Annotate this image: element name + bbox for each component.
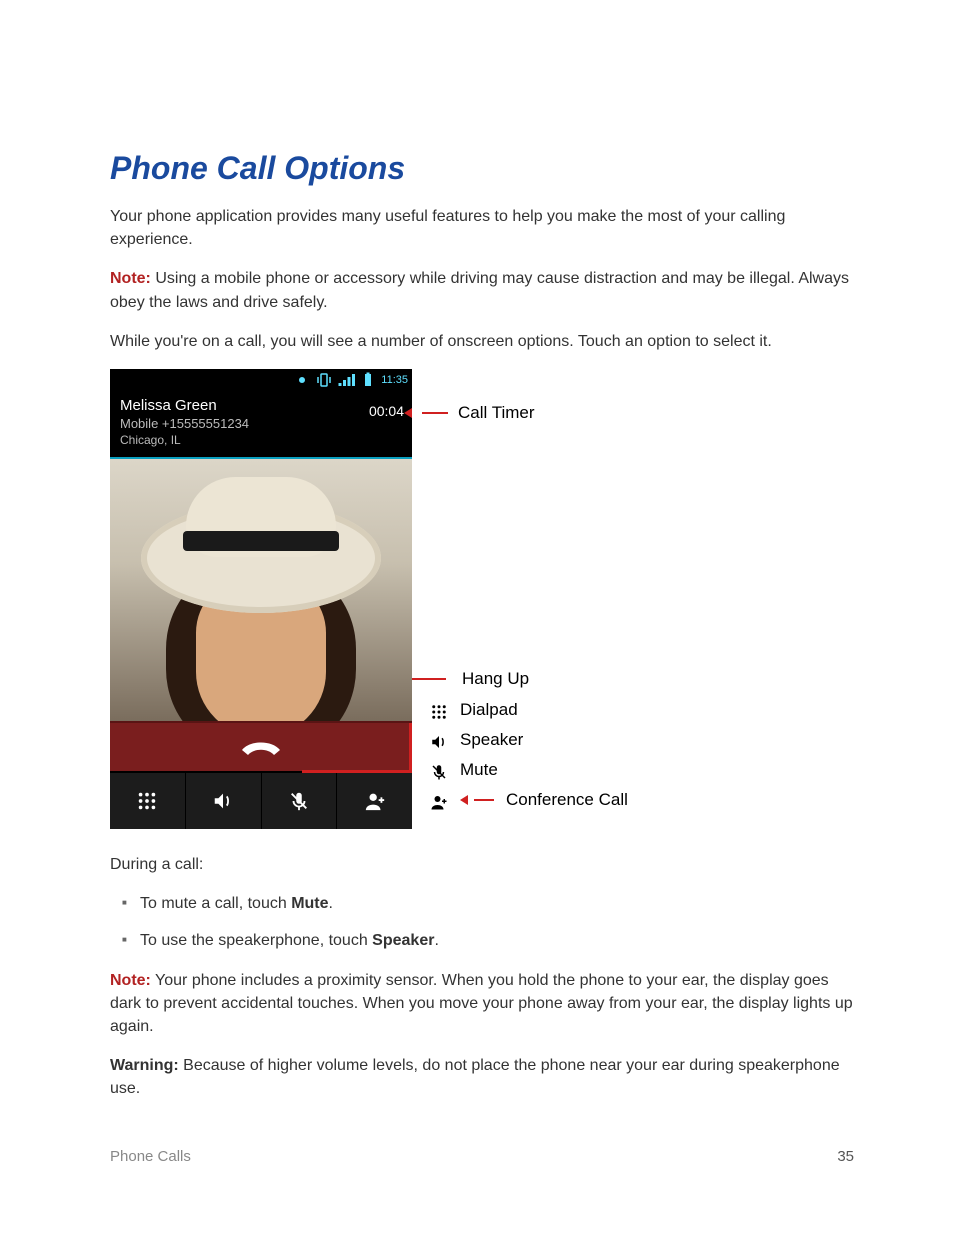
dialpad-icon bbox=[136, 790, 158, 812]
note-label: Note: bbox=[110, 972, 151, 989]
page-title: Phone Call Options bbox=[110, 150, 854, 187]
legend-mute: Mute bbox=[430, 755, 628, 785]
dialpad-icon bbox=[430, 701, 448, 719]
bullet-text: To mute a call, touch bbox=[140, 895, 291, 912]
gps-icon bbox=[293, 371, 311, 389]
speaker-icon bbox=[430, 731, 448, 749]
legend-dialpad: Dialpad bbox=[430, 695, 628, 725]
call-screen-figure: 11:35 Melissa Green Mobile +15555551234 … bbox=[110, 369, 854, 829]
legend-speaker-label: Speaker bbox=[460, 725, 523, 755]
note-text: Using a mobile phone or accessory while … bbox=[110, 270, 849, 310]
figure-callouts: Call Timer Hang Up Dialpad Speaker Mute bbox=[412, 369, 854, 820]
callout-timer-label: Call Timer bbox=[458, 403, 535, 423]
document-page: Phone Call Options Your phone applicatio… bbox=[0, 0, 954, 1235]
note-driving: Note: Using a mobile phone or accessory … bbox=[110, 267, 854, 313]
hangup-icon bbox=[238, 736, 284, 758]
add-person-icon bbox=[364, 790, 386, 812]
status-time: 11:35 bbox=[381, 374, 408, 386]
bullet-text: . bbox=[434, 932, 438, 949]
legend-mute-label: Mute bbox=[460, 755, 498, 785]
callout-hangup: Hang Up bbox=[412, 669, 529, 689]
note-text: Your phone includes a proximity sensor. … bbox=[110, 972, 853, 1035]
list-item: To use the speakerphone, touch Speaker. bbox=[140, 929, 854, 952]
intro-paragraph: Your phone application provides many use… bbox=[110, 205, 854, 251]
warning-text: Because of higher volume levels, do not … bbox=[110, 1057, 840, 1097]
during-call-label: During a call: bbox=[110, 853, 854, 876]
call-header: Melissa Green Mobile +15555551234 Chicag… bbox=[110, 389, 412, 459]
speaker-button[interactable] bbox=[185, 773, 261, 829]
note-label: Note: bbox=[110, 270, 151, 287]
footer-section: Phone Calls bbox=[110, 1148, 191, 1165]
mute-button[interactable] bbox=[261, 773, 337, 829]
legend-dialpad-label: Dialpad bbox=[460, 695, 518, 725]
call-button-bar bbox=[110, 773, 412, 829]
page-footer: Phone Calls 35 bbox=[110, 1148, 854, 1165]
caller-location: Chicago, IL bbox=[120, 433, 402, 447]
add-person-icon bbox=[430, 791, 448, 809]
bullet-bold: Mute bbox=[291, 895, 328, 912]
list-item: To mute a call, touch Mute. bbox=[140, 892, 854, 915]
caller-photo bbox=[110, 459, 412, 721]
speaker-icon bbox=[212, 790, 234, 812]
callout-icon-legend: Dialpad Speaker Mute Conference Call bbox=[430, 695, 628, 815]
caller-number: Mobile +15555551234 bbox=[120, 416, 402, 431]
status-bar: 11:35 bbox=[110, 369, 412, 389]
warning-speakerphone: Warning: Because of higher volume levels… bbox=[110, 1054, 854, 1100]
callout-timer: Call Timer bbox=[404, 403, 535, 423]
warning-label: Warning: bbox=[110, 1057, 179, 1074]
mute-icon bbox=[430, 761, 448, 779]
signal-icon bbox=[337, 371, 355, 389]
note-proximity: Note: Your phone includes a proximity se… bbox=[110, 969, 854, 1039]
bullet-bold: Speaker bbox=[372, 932, 434, 949]
bullet-text: . bbox=[329, 895, 333, 912]
bullet-text: To use the speakerphone, touch bbox=[140, 932, 372, 949]
footer-page-number: 35 bbox=[837, 1148, 854, 1165]
vibrate-icon bbox=[315, 371, 333, 389]
legend-speaker: Speaker bbox=[430, 725, 628, 755]
callout-hangup-label: Hang Up bbox=[462, 669, 529, 689]
dialpad-button[interactable] bbox=[110, 773, 185, 829]
caller-name: Melissa Green bbox=[120, 397, 402, 414]
battery-icon bbox=[359, 371, 377, 389]
during-call-list: To mute a call, touch Mute. To use the s… bbox=[110, 892, 854, 952]
legend-conference-label: Conference Call bbox=[506, 785, 628, 815]
phone-mock: 11:35 Melissa Green Mobile +15555551234 … bbox=[110, 369, 412, 829]
mute-icon bbox=[288, 790, 310, 812]
legend-conference: Conference Call bbox=[430, 785, 628, 815]
onscreen-options-paragraph: While you're on a call, you will see a n… bbox=[110, 330, 854, 353]
add-call-button[interactable] bbox=[336, 773, 412, 829]
call-timer: 00:04 bbox=[369, 403, 404, 419]
end-call-button[interactable] bbox=[110, 721, 412, 773]
